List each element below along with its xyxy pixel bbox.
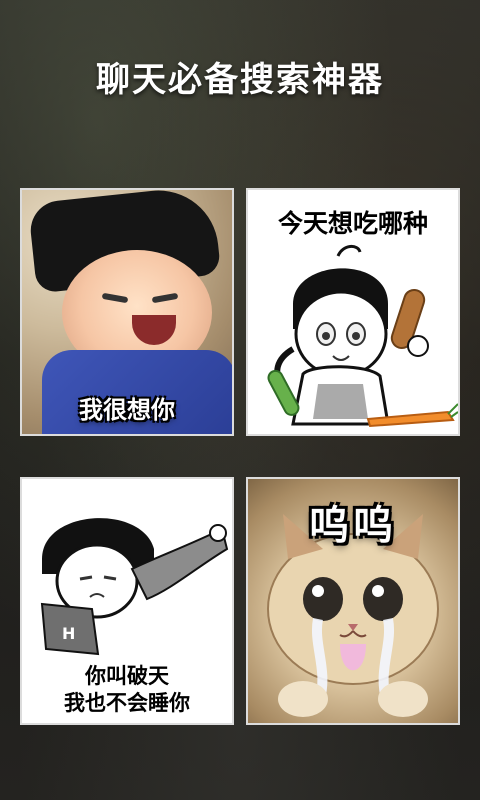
- sticker-card-what-to-eat[interactable]: 今天想吃哪种: [246, 188, 460, 436]
- sticker-caption: 呜呜: [309, 503, 397, 549]
- cartoon-figure: H: [40, 518, 229, 656]
- sticker-card-miss-you[interactable]: 我很想你: [20, 188, 234, 436]
- sticker-card-break-sky[interactable]: H 你叫破天 我也不会睡你: [20, 477, 234, 725]
- svg-text:H: H: [62, 624, 75, 643]
- sticker-caption: 我很想你: [79, 396, 175, 424]
- sticker-caption-line-2: 我也不会睡你: [64, 691, 190, 715]
- sticker-caption-line-1: 你叫破天: [85, 664, 169, 688]
- sticker-card-crying-cat[interactable]: 呜呜: [246, 477, 460, 725]
- cartoon-figure: [267, 245, 458, 428]
- page-title: 聊天必备搜索神器: [96, 60, 384, 100]
